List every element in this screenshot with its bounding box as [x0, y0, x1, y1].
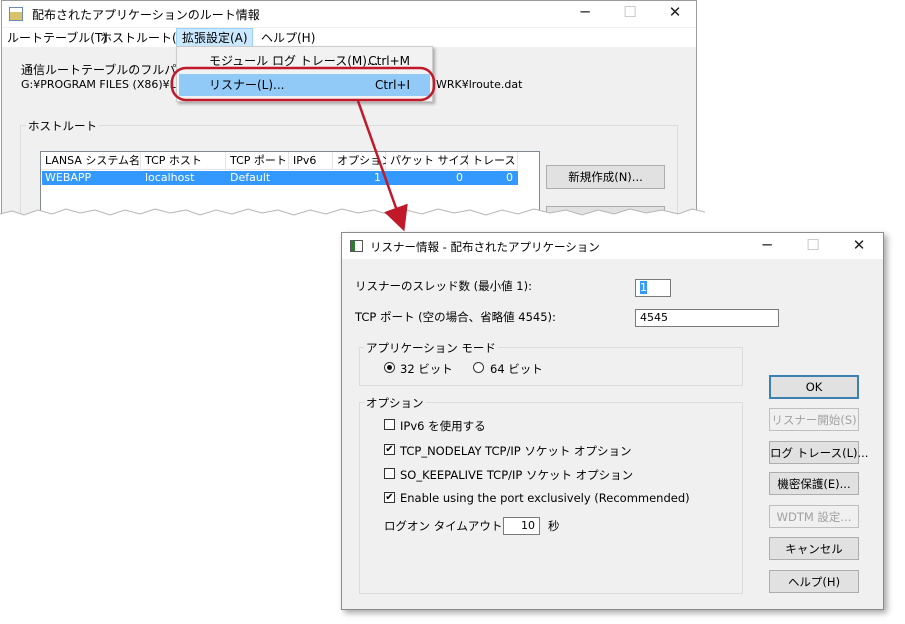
radio-32bit-label: 32 ビット	[400, 362, 453, 376]
ok-button[interactable]: OK	[769, 375, 859, 399]
dialog-title: リスナー情報 - 配布されたアプリケーション	[370, 240, 600, 254]
logon-timeout-field[interactable]: 10	[503, 517, 540, 535]
ipv6-label: IPv6 を使用する	[400, 419, 486, 433]
logon-timeout-label: ログオン タイムアウト:	[384, 519, 507, 533]
exclusive-port-label: Enable using the port exclusively (Recom…	[400, 491, 690, 505]
threads-value: 1	[640, 281, 647, 294]
port-label: TCP ポート (空の場合、省略値 4545):	[355, 310, 556, 324]
tcp-nodelay-checkbox[interactable]: ✔	[384, 444, 395, 455]
mode-group-title: アプリケーション モード	[364, 340, 498, 356]
exclusive-port-checkbox[interactable]: ✔	[384, 492, 395, 503]
dialog-maximize-icon[interactable]: ☐	[793, 234, 833, 258]
callout-ellipse	[170, 66, 436, 102]
logon-timeout-unit: 秒	[548, 519, 560, 533]
start-listener-button[interactable]: リスナー開始(S)	[769, 408, 859, 431]
radio-64bit-label: 64 ビット	[490, 362, 543, 376]
dialog-app-icon	[350, 240, 363, 252]
dialog-minimize-icon[interactable]: ─	[747, 234, 787, 258]
threads-field[interactable]: 1	[635, 279, 671, 297]
so-keepalive-label: SO_KEEPALIVE TCP/IP ソケット オプション	[400, 468, 634, 482]
wdtm-settings-button[interactable]: WDTM 設定...	[769, 505, 859, 528]
ipv6-checkbox[interactable]	[384, 419, 395, 430]
options-group-title: オプション	[364, 395, 426, 411]
radio-32bit[interactable]	[384, 362, 395, 373]
dialog-close-icon[interactable]: ✕	[839, 234, 879, 258]
help-button[interactable]: ヘルプ(H)	[769, 570, 859, 593]
security-button[interactable]: 機密保護(E)...	[769, 472, 859, 495]
port-field[interactable]: 4545	[635, 309, 779, 327]
so-keepalive-checkbox[interactable]	[384, 468, 395, 479]
cancel-button[interactable]: キャンセル	[769, 537, 859, 560]
log-trace-button[interactable]: ログ トレース(L)...	[769, 441, 868, 464]
tcp-nodelay-label: TCP_NODELAY TCP/IP ソケット オプション	[400, 444, 632, 458]
radio-64bit[interactable]	[473, 362, 484, 373]
callout-arrow	[356, 100, 408, 232]
dialog-titlebar: リスナー情報 - 配布されたアプリケーション ─ ☐ ✕	[342, 233, 883, 259]
threads-label: リスナーのスレッド数 (最小値 1):	[355, 279, 532, 293]
listener-dialog: リスナー情報 - 配布されたアプリケーション ─ ☐ ✕ リスナーのスレッド数 …	[341, 232, 884, 610]
